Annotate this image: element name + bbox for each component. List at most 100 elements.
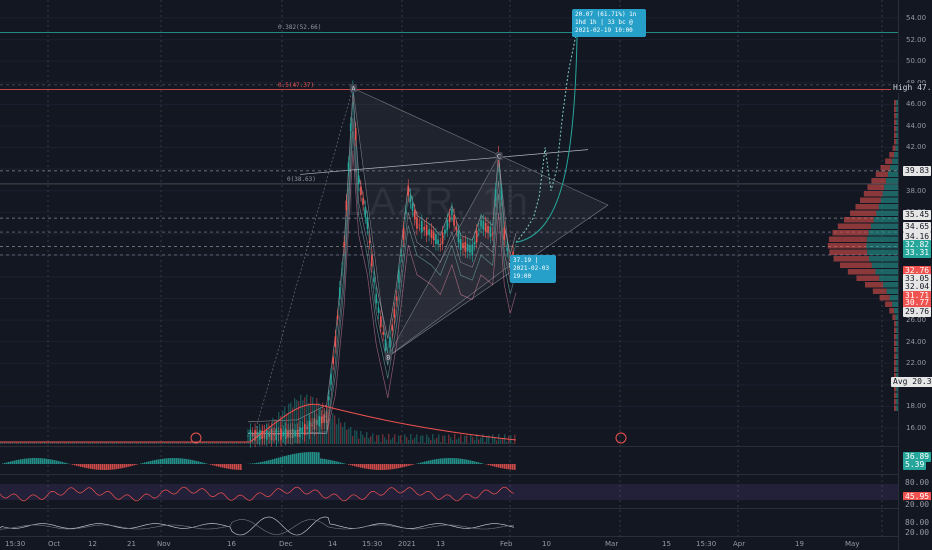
measure-note: 37.19 | 2021-02-03 19:00 [510, 255, 556, 283]
price-tag-value: 39.83 [905, 166, 930, 175]
volume-profile-bar [894, 392, 897, 398]
volume-bar [318, 402, 320, 444]
volume-profile-bar [880, 197, 898, 203]
indicator-histogram-bar [72, 464, 74, 465]
candle-body [455, 226, 458, 231]
volume-bar [290, 402, 292, 444]
volume-bar [376, 434, 378, 444]
indicator-histogram-bar [80, 464, 82, 467]
indicator-histogram-bar [460, 458, 462, 464]
indicator-tag: 5.39 [903, 460, 927, 470]
indicator-histogram-bar [16, 460, 18, 464]
indicator-histogram-bar [84, 464, 86, 468]
volume-profile-bar [847, 269, 876, 275]
y-tick-label: 50.00 [906, 57, 927, 66]
volume-profile-bar [868, 230, 898, 236]
indicator-histogram-bar [4, 462, 6, 464]
volume-profile-bar [885, 301, 893, 307]
indicator-histogram-bar [444, 458, 446, 464]
x-tick-label: Apr [733, 540, 746, 548]
candle-body [395, 296, 398, 301]
volume-profile-bar [894, 113, 897, 119]
volume-profile-bar [896, 126, 898, 132]
pattern-point-a: A [349, 84, 357, 93]
indicator-histogram-bar [132, 464, 134, 466]
indicator-histogram-bar [182, 458, 184, 464]
indicator-histogram-bar [348, 464, 350, 465]
pane-divider [0, 508, 898, 509]
volume-bar [434, 439, 436, 444]
indicator-histogram-bar [366, 464, 368, 469]
indicator-histogram-bar [262, 461, 264, 464]
volume-bar [276, 419, 278, 444]
price-chart[interactable]: ABCD [0, 0, 932, 550]
volume-bar [508, 435, 510, 444]
indicator-histogram-bar [412, 464, 414, 465]
stoch-d-line [0, 519, 515, 535]
candle-body [384, 339, 387, 351]
price-tag: 34.65 [903, 222, 932, 232]
indicator-histogram-bar [152, 460, 154, 464]
price-tag: 33.31 [903, 248, 932, 258]
volume-bar [344, 422, 346, 444]
volume-profile-bar [863, 191, 883, 197]
volume-bar [286, 413, 288, 444]
indicator-histogram-bar [56, 460, 58, 464]
volume-profile-bar [890, 165, 898, 171]
volume-bar [332, 413, 334, 444]
volume-bar [328, 408, 330, 444]
y-tick-label: 16.00 [906, 424, 927, 432]
volume-profile-bar [896, 321, 898, 327]
x-tick-label: 21 [127, 540, 136, 548]
indicator-histogram-bar [218, 464, 220, 467]
volume-bar [360, 431, 362, 444]
volume-bar [416, 434, 418, 444]
indicator-histogram-bar [286, 455, 288, 464]
volume-bar [278, 411, 280, 444]
pattern-point-b: B [384, 352, 392, 361]
indicator-histogram-bar [278, 457, 280, 464]
price-tag: Avg 20.39 [891, 377, 932, 387]
candle-body [389, 336, 391, 348]
volume-profile-bar [894, 327, 897, 333]
indicator-histogram-bar [256, 462, 258, 464]
indicator-histogram-bar [104, 464, 106, 470]
indicator-histogram-bar [358, 464, 360, 468]
volume-profile-bar [896, 106, 898, 112]
candle-body [400, 254, 403, 257]
indicator-histogram-bar [144, 462, 146, 464]
volume-bar [506, 441, 508, 444]
indicator-histogram-bar [54, 460, 56, 464]
volume-profile-bar [894, 340, 897, 346]
indicator-histogram-bar [166, 458, 168, 464]
price-tag: 35.45 [903, 210, 932, 220]
indicator-histogram-bar [284, 455, 286, 464]
volume-bar [432, 434, 434, 444]
indicator-histogram-bar [14, 460, 16, 464]
volume-profile-bar [828, 236, 867, 242]
y-tick-label: 46.00 [906, 100, 927, 109]
indicator-histogram-bar [492, 464, 494, 467]
volume-profile-bar [895, 145, 898, 151]
volume-bar [448, 434, 450, 444]
indicator-histogram-bar [60, 461, 62, 464]
y-tick-label: 54.00 [906, 14, 927, 22]
indicator-histogram-bar [272, 459, 274, 464]
indicator-histogram-bar [392, 464, 394, 470]
volume-bar [500, 439, 502, 444]
price-tag-label: Avg [893, 377, 913, 386]
x-tick-label: 15:30 [696, 540, 717, 548]
volume-bar [378, 435, 380, 444]
volume-bar [430, 440, 432, 444]
indicator-histogram-bar [92, 464, 94, 470]
indicator-histogram-bar [22, 458, 24, 464]
volume-bar [262, 425, 264, 444]
indicator-histogram-bar [20, 459, 22, 464]
indicator-histogram-bar [116, 464, 118, 470]
volume-profile-bar [894, 119, 897, 125]
volume-profile-bar [873, 217, 898, 223]
indicator-histogram-bar [188, 459, 190, 464]
candle-body [380, 316, 382, 328]
indicator-histogram-bar [404, 464, 406, 467]
indicator-histogram-bar [464, 459, 466, 464]
